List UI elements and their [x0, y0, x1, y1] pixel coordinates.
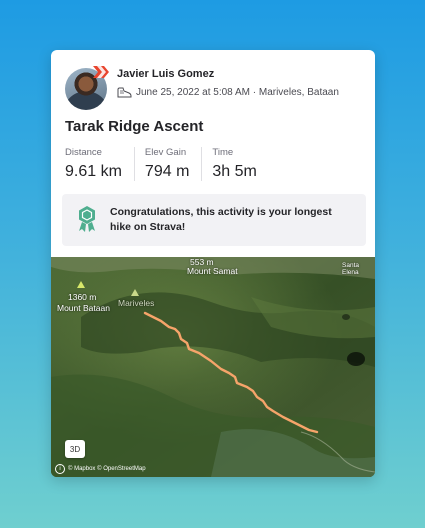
- athlete-name[interactable]: Javier Luis Gomez: [117, 68, 214, 80]
- activity-date-location: June 25, 2022 at 5:08 AM · Mariveles, Ba…: [136, 87, 339, 98]
- map-label-santa-elena: Santa Elena: [342, 262, 359, 276]
- subscriber-badge-icon: [93, 66, 109, 78]
- stat-value: 9.61 km: [65, 163, 122, 180]
- map-terrain: [51, 257, 375, 477]
- attribution-text[interactable]: © Mapbox © OpenStreetMap: [68, 466, 146, 472]
- stat-distance: Distance 9.61 km: [65, 147, 134, 181]
- stat-label: Time: [212, 147, 234, 158]
- map-label-bataan-name: Mount Bataan: [57, 303, 110, 313]
- activity-title[interactable]: Tarak Ridge Ascent: [65, 118, 203, 135]
- achievement-medal-icon: [79, 206, 95, 232]
- stats-row: Distance 9.61 km Elev Gain 794 m Time 3h…: [65, 147, 269, 181]
- map-label-bataan-elev: 1360 m: [68, 292, 97, 302]
- stat-label: Elev Gain: [144, 147, 187, 158]
- achievement-text: Congratulations, this activity is your l…: [110, 206, 332, 233]
- activity-meta: June 25, 2022 at 5:08 AM · Mariveles, Ba…: [117, 87, 339, 98]
- map-label-mariveles: Mariveles: [118, 298, 155, 308]
- stat-elev-gain: Elev Gain 794 m: [133, 147, 201, 181]
- map-attribution: i © Mapbox © OpenStreetMap: [55, 464, 146, 474]
- stat-value: 794 m: [144, 163, 190, 180]
- place-marker-icon: [131, 289, 139, 296]
- activity-header: Javier Luis Gomez June 25, 2022 at 5:08 …: [65, 66, 365, 110]
- achievement-banner: Congratulations, this activity is your l…: [62, 194, 366, 246]
- route-map[interactable]: 553 m Mount Samat Santa Elena 1360 m Mou…: [51, 257, 375, 477]
- activity-card[interactable]: Javier Luis Gomez June 25, 2022 at 5:08 …: [51, 50, 375, 477]
- stat-time: Time 3h 5m: [201, 147, 268, 181]
- stat-value: 3h 5m: [212, 163, 257, 180]
- stat-label: Distance: [65, 147, 102, 158]
- map-label-samat-name: Mount Samat: [187, 266, 238, 276]
- hike-shoe-icon: [117, 87, 132, 98]
- peak-marker-icon: [77, 281, 85, 288]
- info-icon[interactable]: i: [55, 464, 65, 474]
- map-3d-button[interactable]: 3D: [65, 440, 85, 458]
